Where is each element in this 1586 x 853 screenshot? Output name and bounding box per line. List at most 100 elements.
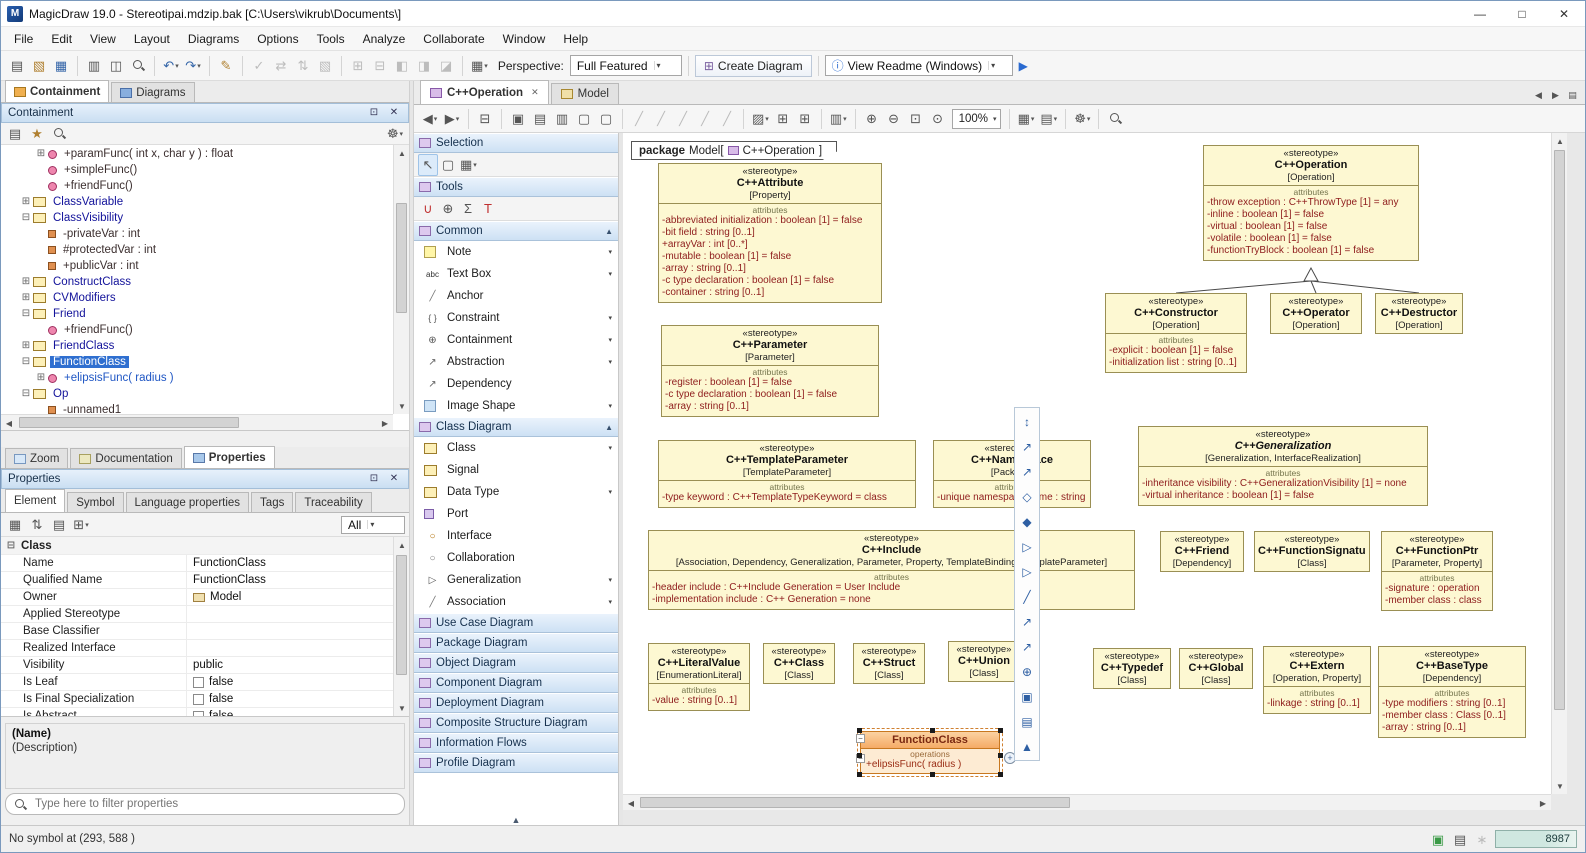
palette-item-interface[interactable]: Interface <box>414 525 618 547</box>
close-panel-icon[interactable]: ✕ <box>386 471 402 487</box>
show-owner-icon[interactable]: ▥▾ <box>828 108 849 130</box>
perspective-combo[interactable]: Full Featured▾ <box>570 55 682 76</box>
scroll-up-icon[interactable]: ▲ <box>1016 734 1038 759</box>
commit-project-icon[interactable]: ⊞ <box>348 55 368 77</box>
tree-item-friendclass[interactable]: ⊞FriendClass <box>1 338 393 354</box>
palette-section-deployment-diagram[interactable]: Deployment Diagram <box>414 693 618 713</box>
tab-containment[interactable]: Containment <box>5 80 109 102</box>
tree-item-privatevar-int[interactable]: -privateVar : int <box>1 226 393 242</box>
tab-zoom[interactable]: Zoom <box>5 448 68 468</box>
menu-edit[interactable]: Edit <box>42 32 81 46</box>
table-view-icon[interactable]: ▤▾ <box>1038 108 1059 130</box>
tab-diagrams[interactable]: Diagrams <box>111 82 194 102</box>
stereotype-box-c-operation[interactable]: «stereotype»C++Operation[Operation]attri… <box>1203 145 1419 261</box>
tree-expander-icon[interactable]: ⊟ <box>20 389 32 399</box>
scroll-right-icon[interactable]: ▶ <box>1535 795 1551 811</box>
scroll-up-icon[interactable]: ▲ <box>394 537 409 553</box>
zoom-mode-icon[interactable]: ▦▾ <box>458 154 479 176</box>
stereotype-box-c-typedef[interactable]: «stereotype»C++Typedef[Class] <box>1093 648 1171 689</box>
scroll-down-icon[interactable]: ▼ <box>394 398 410 414</box>
update-project-icon[interactable]: ⊟ <box>370 55 390 77</box>
unlock-elements-icon[interactable]: ◨ <box>414 55 434 77</box>
collapse-icon[interactable]: ⊟ <box>5 541 17 551</box>
tree-item-friendfunc[interactable]: +friendFunc() <box>1 322 393 338</box>
tab-symbol[interactable]: Symbol <box>67 492 123 512</box>
chevron-down-icon[interactable]: ▾ <box>608 488 612 496</box>
tree-vertical-scrollbar[interactable]: ▲ ▼ <box>393 145 409 414</box>
aggregation-icon[interactable]: ◇ <box>1016 484 1038 509</box>
open-project-icon[interactable]: ▧ <box>29 55 49 77</box>
zoom-1-1-icon[interactable]: ⊙ <box>928 108 948 130</box>
property-value[interactable]: FunctionClass <box>187 557 393 569</box>
property-row-owner[interactable]: OwnerModel <box>1 589 393 606</box>
format-painter-icon[interactable]: ✎ <box>216 55 236 77</box>
function-class-shape[interactable]: FunctionClass operations +elipsisFunc( r… <box>860 731 1000 774</box>
readme-combo[interactable]: ⓘ View Readme (Windows) ▾ <box>825 55 1013 76</box>
tree-expander-icon[interactable]: ⊟ <box>20 213 32 223</box>
property-row-is-final-specialization[interactable]: Is Final Specializationfalse <box>1 691 393 708</box>
resize-handle[interactable] <box>857 728 862 733</box>
chevron-down-icon[interactable]: ▾ <box>608 314 612 322</box>
clone-icon[interactable]: ▥ <box>552 108 572 130</box>
resize-handle[interactable] <box>998 772 1003 777</box>
stereotype-box-c-destructor[interactable]: «stereotype»C++Destructor[Operation] <box>1375 293 1463 334</box>
generate-code-icon[interactable]: ⇄ <box>271 55 291 77</box>
tree-expander-icon[interactable]: ⊞ <box>20 341 32 351</box>
show-grid-icon[interactable]: ▦▾ <box>1016 108 1037 130</box>
chevron-down-icon[interactable]: ▾ <box>608 598 612 606</box>
menu-layout[interactable]: Layout <box>125 32 179 46</box>
operation-item[interactable]: +elipsisFunc( radius ) <box>861 759 999 773</box>
menu-analyze[interactable]: Analyze <box>354 32 415 46</box>
scroll-thumb[interactable] <box>640 797 1070 808</box>
go-back-icon[interactable]: ◀▾ <box>420 108 440 130</box>
oblique-path-icon[interactable]: ╱ <box>651 108 671 130</box>
minimize-button[interactable]: — <box>1459 1 1501 26</box>
scroll-right-icon[interactable]: ▶ <box>377 415 393 431</box>
tabs-list-icon[interactable]: ▤ <box>1564 87 1581 104</box>
scroll-thumb[interactable] <box>19 417 239 428</box>
line-jumps-icon[interactable]: ╱ <box>695 108 715 130</box>
scroll-left-icon[interactable]: ◀ <box>623 795 639 811</box>
chevron-down-icon[interactable]: ▾ <box>608 576 612 584</box>
property-row-base-classifier[interactable]: Base Classifier <box>1 623 393 640</box>
property-row-applied-stereotype[interactable]: Applied Stereotype <box>1 606 393 623</box>
maximize-button[interactable]: □ <box>1501 1 1543 26</box>
property-row-realized-interface[interactable]: Realized Interface <box>1 640 393 657</box>
tree-item-constructclass[interactable]: ⊞ConstructClass <box>1 274 393 290</box>
property-row-name[interactable]: NameFunctionClass <box>1 555 393 572</box>
float-panel-icon[interactable]: ⊡ <box>366 105 382 121</box>
stereotype-box-c-generalization[interactable]: «stereotype»C++Generalization[Generaliza… <box>1138 426 1428 506</box>
menu-file[interactable]: File <box>5 32 42 46</box>
scroll-thumb[interactable] <box>396 203 407 313</box>
stereotype-box-c-struct[interactable]: «stereotype»C++Struct[Class] <box>853 643 925 684</box>
stereotype-box-c-include[interactable]: «stereotype»C++Include[Association, Depe… <box>648 530 1135 610</box>
find-in-diagram-icon[interactable] <box>1105 108 1125 130</box>
tree-expander-icon[interactable]: ⊞ <box>20 293 32 303</box>
panel-splitter[interactable] <box>1 431 409 447</box>
checkbox-icon[interactable] <box>193 677 204 688</box>
fit-in-window-icon[interactable]: ⊡ <box>906 108 926 130</box>
float-panel-icon[interactable]: ⊡ <box>366 471 382 487</box>
tab-language-properties[interactable]: Language properties <box>126 492 250 512</box>
scroll-up-icon[interactable]: ▲ <box>394 145 410 161</box>
create-diagram-button[interactable]: ⊞ Create Diagram <box>695 55 812 77</box>
palette-item-collaboration[interactable]: Collaboration <box>414 547 618 569</box>
stereotype-box-c-templateparameter[interactable]: «stereotype»C++TemplateParameter[Templat… <box>658 440 916 508</box>
chevron-down-icon[interactable]: ▾ <box>608 444 612 452</box>
notifications-icon[interactable]: ▣ <box>1428 828 1448 850</box>
generalization-icon[interactable]: ▷ <box>1016 534 1038 559</box>
select-in-containment-tree-icon[interactable]: ⊟ <box>475 108 495 130</box>
palette-section-class-diagram[interactable]: Class Diagram▲ <box>414 417 618 437</box>
menu-view[interactable]: View <box>81 32 125 46</box>
print-icon[interactable]: ▥ <box>84 55 104 77</box>
property-value[interactable]: FunctionClass <box>187 574 393 586</box>
filter-properties-input[interactable] <box>33 797 396 811</box>
path-layout-icon[interactable]: ╱ <box>717 108 737 130</box>
diagram-canvas[interactable]: package Model[ C++Operation ] ↕↗↗◇◆▷▷╱↗↗… <box>623 133 1551 794</box>
redo-icon[interactable]: ↷▾ <box>183 55 203 77</box>
rectilinear-path-icon[interactable]: ╱ <box>629 108 649 130</box>
lock-elements-icon[interactable]: ◧ <box>392 55 412 77</box>
resize-handle[interactable] <box>857 753 862 758</box>
resize-handle[interactable] <box>857 772 862 777</box>
tree-item-publicvar-int[interactable]: +publicVar : int <box>1 258 393 274</box>
